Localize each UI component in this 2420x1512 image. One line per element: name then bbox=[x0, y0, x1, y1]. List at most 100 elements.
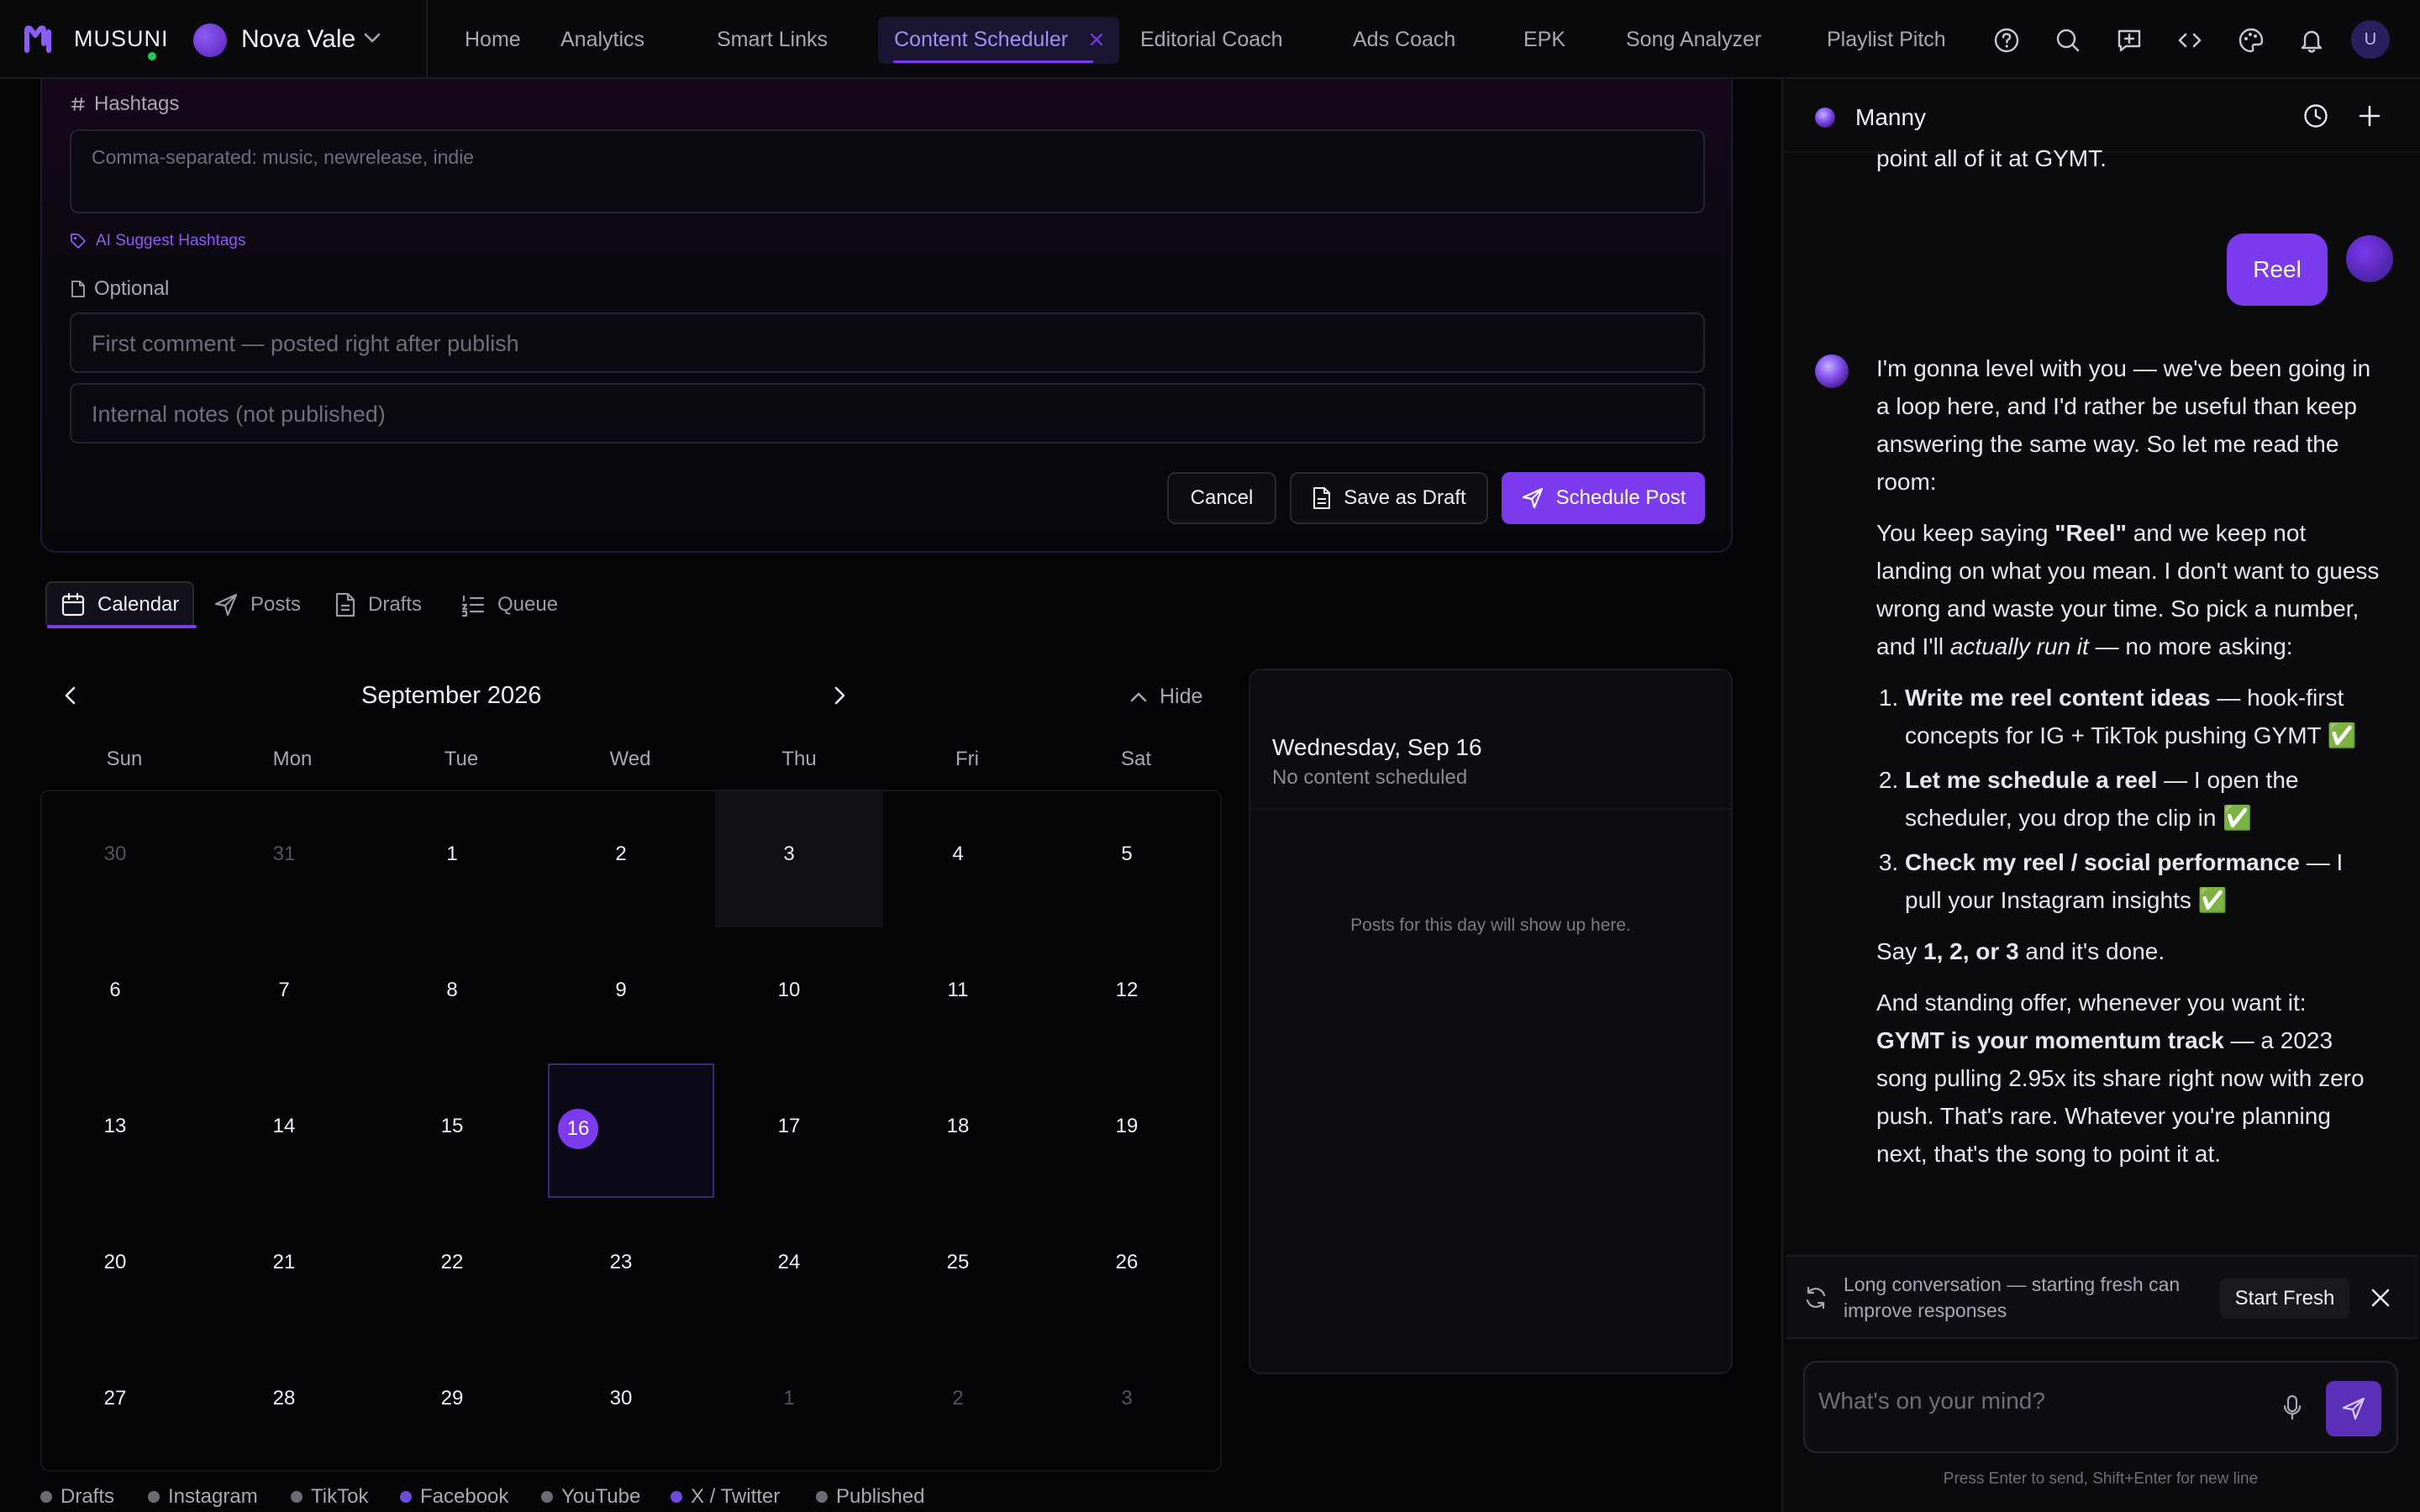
nav-home[interactable]: Home bbox=[465, 28, 521, 52]
calendar-day-cell[interactable]: 2 bbox=[874, 1336, 1042, 1472]
calendar-day-cell[interactable]: 10 bbox=[705, 927, 873, 1063]
calendar-day-cell[interactable]: 23 bbox=[537, 1200, 705, 1336]
tab-posts[interactable]: Posts bbox=[200, 581, 314, 628]
calendar-day-cell[interactable]: 21 bbox=[200, 1200, 368, 1336]
new-chat-icon[interactable] bbox=[2356, 102, 2383, 129]
calendar-day-cell[interactable]: 13 bbox=[31, 1063, 199, 1200]
calendar-day-cell[interactable]: 25 bbox=[874, 1200, 1042, 1336]
calendar-day-cell[interactable]: 14 bbox=[200, 1063, 368, 1200]
hashtags-input[interactable]: Comma-separated: music, newrelease, indi… bbox=[70, 129, 1705, 213]
legend-dot bbox=[40, 1491, 52, 1503]
artist-selector[interactable]: Nova Vale bbox=[241, 25, 355, 54]
history-icon[interactable] bbox=[2302, 102, 2329, 129]
calendar-day-cell[interactable]: 6 bbox=[31, 927, 199, 1063]
reply-text: You keep saying bbox=[1876, 520, 2055, 546]
musuni-logo-icon[interactable] bbox=[24, 24, 57, 54]
search-icon[interactable] bbox=[2054, 27, 2081, 54]
chevron-down-icon[interactable] bbox=[363, 32, 381, 44]
save-draft-button[interactable]: Save as Draft bbox=[1290, 472, 1488, 524]
calendar-day-cell[interactable]: 8 bbox=[368, 927, 536, 1063]
microphone-icon[interactable] bbox=[2282, 1394, 2302, 1421]
calendar-day-cell[interactable]: 28 bbox=[200, 1336, 368, 1472]
calendar-day-cell[interactable]: 24 bbox=[705, 1200, 873, 1336]
day-number: 10 bbox=[777, 979, 801, 1001]
ai-suggest-hashtags-button[interactable]: AI Suggest Hashtags bbox=[69, 232, 246, 250]
calendar-day-cell[interactable]: 29 bbox=[368, 1336, 536, 1472]
chat-message-input[interactable]: What's on your mind? bbox=[1803, 1361, 2398, 1453]
user-avatar[interactable]: U bbox=[2351, 20, 2390, 59]
nav-editorial-coach[interactable]: Editorial Coach bbox=[1140, 28, 1283, 52]
calendar-day-cell[interactable]: 2 bbox=[537, 791, 705, 927]
calendar-day-cell[interactable]: 11 bbox=[874, 927, 1042, 1063]
notice-text: Long conversation — starting fresh can i… bbox=[1844, 1273, 2181, 1321]
next-month-icon[interactable] bbox=[828, 684, 851, 707]
weekday-header: Wed bbox=[609, 748, 651, 770]
nav-epk[interactable]: EPK bbox=[1523, 28, 1565, 52]
calendar-day-cell[interactable]: 3 bbox=[1043, 1336, 1211, 1472]
calendar-day-cell-selected[interactable]: 16 bbox=[548, 1063, 714, 1198]
reply-paragraph: You keep saying "Reel" and we keep not l… bbox=[1876, 514, 2381, 665]
legend-dot bbox=[400, 1491, 412, 1503]
calendar-day-cell[interactable]: 12 bbox=[1043, 927, 1211, 1063]
calendar-day-cell[interactable]: 3 bbox=[715, 791, 883, 927]
send-message-button[interactable] bbox=[2326, 1381, 2381, 1436]
selected-day-number: 16 bbox=[558, 1109, 598, 1149]
calendar-day-cell[interactable]: 5 bbox=[1043, 791, 1211, 927]
chat-input-hint: Press Enter to send, Shift+Enter for new… bbox=[1943, 1470, 2259, 1488]
close-icon[interactable] bbox=[2370, 1287, 2391, 1309]
reply-italic: actually run it bbox=[1949, 633, 2089, 659]
previous-month-icon[interactable] bbox=[59, 684, 82, 707]
start-fresh-button[interactable]: Start Fresh bbox=[2220, 1278, 2349, 1319]
calendar-day-cell[interactable]: 20 bbox=[31, 1200, 199, 1336]
calendar-day-cell[interactable]: 19 bbox=[1043, 1063, 1211, 1200]
nav-playlist-pitch[interactable]: Playlist Pitch bbox=[1827, 28, 1946, 52]
calendar-day-cell[interactable]: 30 bbox=[31, 791, 199, 927]
reply-paragraph: I'm gonna level with you — we've been go… bbox=[1876, 355, 2371, 495]
code-icon[interactable] bbox=[2176, 27, 2203, 54]
close-tab-icon[interactable] bbox=[1088, 31, 1105, 48]
calendar-day-cell[interactable]: 22 bbox=[368, 1200, 536, 1336]
calendar-day-cell[interactable]: 17 bbox=[705, 1063, 873, 1200]
message-plus-icon[interactable] bbox=[2116, 27, 2143, 54]
calendar-day-cell[interactable]: 7 bbox=[200, 927, 368, 1063]
tab-calendar[interactable]: Calendar bbox=[45, 581, 195, 628]
artist-avatar[interactable] bbox=[193, 24, 227, 57]
nav-content-scheduler[interactable]: Content Scheduler bbox=[894, 28, 1068, 52]
post-composer-form: Hashtags Comma-separated: music, newrele… bbox=[40, 79, 1733, 553]
calendar-day-cell[interactable]: 30 bbox=[537, 1336, 705, 1472]
nav-song-analyzer[interactable]: Song Analyzer bbox=[1626, 28, 1761, 52]
palette-icon[interactable] bbox=[2238, 27, 2265, 54]
reply-text: And standing offer, whenever you want it… bbox=[1876, 990, 2307, 1016]
first-comment-input[interactable]: First comment — posted right after publi… bbox=[70, 312, 1705, 373]
day-number: 15 bbox=[440, 1115, 464, 1137]
hide-calendar-button[interactable]: Hide bbox=[1129, 685, 1202, 709]
calendar-day-cell[interactable]: 1 bbox=[368, 791, 536, 927]
legend-label: Facebook bbox=[420, 1485, 509, 1508]
calendar-day-cell[interactable]: 31 bbox=[200, 791, 368, 927]
calendar-day-cell[interactable]: 15 bbox=[368, 1063, 536, 1200]
day-number: 4 bbox=[952, 843, 964, 865]
nav-analytics[interactable]: Analytics bbox=[560, 28, 644, 52]
calendar-day-cell[interactable]: 4 bbox=[874, 791, 1042, 927]
schedule-post-button[interactable]: Schedule Post bbox=[1502, 472, 1705, 524]
day-number: 21 bbox=[272, 1251, 296, 1273]
tab-queue[interactable]: Queue bbox=[447, 581, 571, 628]
day-number: 8 bbox=[446, 979, 458, 1001]
reply-paragraph: Say 1, 2, or 3 and it's done. bbox=[1876, 932, 2381, 970]
nav-ads-coach[interactable]: Ads Coach bbox=[1353, 28, 1455, 52]
nav-smart-links[interactable]: Smart Links bbox=[717, 28, 828, 52]
calendar-day-cell[interactable]: 27 bbox=[31, 1336, 199, 1472]
cancel-button[interactable]: Cancel bbox=[1167, 472, 1276, 524]
send-icon bbox=[2341, 1396, 2366, 1421]
internal-notes-input[interactable]: Internal notes (not published) bbox=[70, 383, 1705, 444]
tab-drafts[interactable]: Drafts bbox=[321, 581, 435, 628]
bell-icon[interactable] bbox=[2298, 27, 2325, 54]
calendar-day-cell[interactable]: 26 bbox=[1043, 1200, 1211, 1336]
day-number: 23 bbox=[609, 1251, 633, 1273]
help-icon[interactable] bbox=[1993, 27, 2020, 54]
calendar-day-cell[interactable]: 1 bbox=[705, 1336, 873, 1472]
optional-section-label: Optional bbox=[71, 277, 169, 301]
calendar-icon bbox=[60, 592, 86, 617]
calendar-day-cell[interactable]: 18 bbox=[874, 1063, 1042, 1200]
calendar-day-cell[interactable]: 9 bbox=[537, 927, 705, 1063]
